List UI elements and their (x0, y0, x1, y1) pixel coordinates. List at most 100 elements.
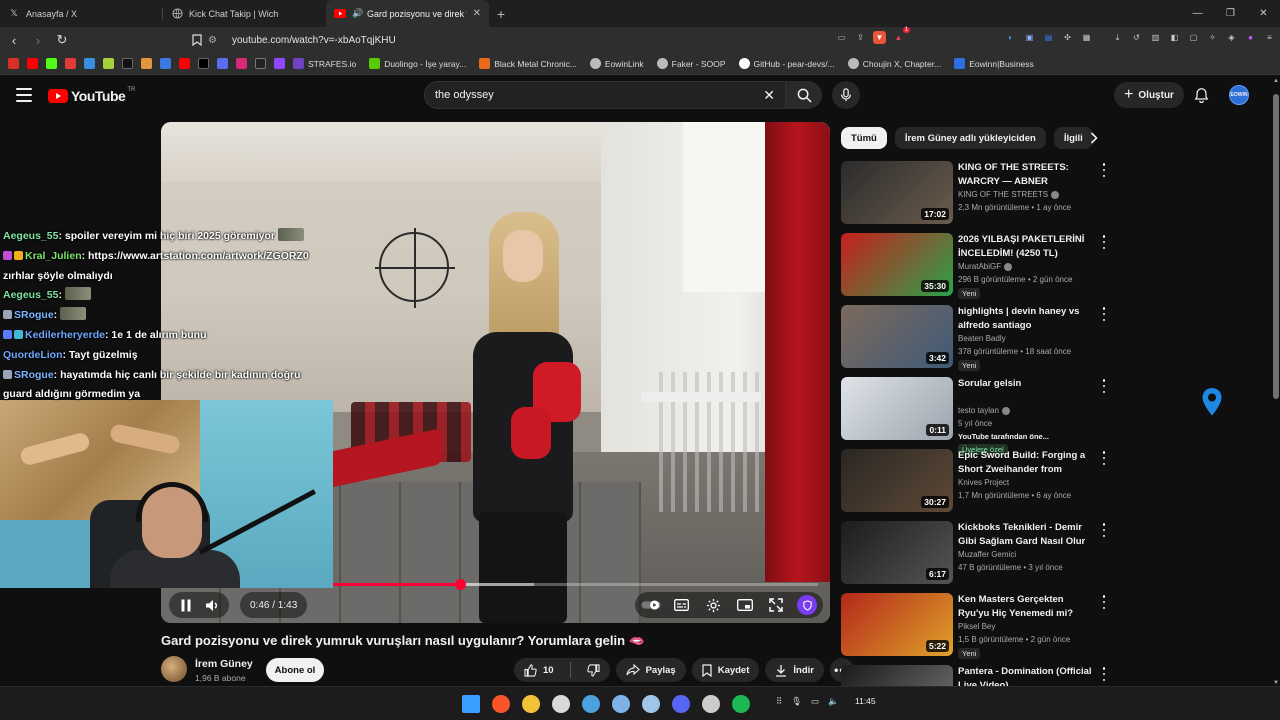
restore-icon[interactable]: ❐ (1214, 0, 1247, 27)
browser-tab[interactable]: Kick Chat Takip | Wich (163, 0, 326, 27)
recommendation-item[interactable]: 35:30 2026 YILBAŞI PAKETLERİNİ İNCELEDİM!… (841, 233, 1111, 305)
microphone-tray-icon[interactable]: 🎙 (791, 696, 802, 707)
voice-search-button[interactable] (832, 81, 860, 109)
recommendation-title[interactable]: highlights | devin haney vs alfredo sant… (958, 305, 1096, 332)
back-icon[interactable]: ‹ (4, 30, 24, 50)
volume-button[interactable] (199, 592, 225, 618)
miniplayer-button[interactable] (735, 595, 755, 615)
pause-button[interactable] (173, 592, 199, 618)
page-scrollbar[interactable]: ▲ ▼ (1272, 76, 1280, 686)
like-button[interactable]: 10 (514, 658, 564, 682)
bookmark-icon[interactable] (255, 58, 266, 69)
share-icon[interactable]: ⇪ (854, 31, 867, 44)
browser-tab-active[interactable]: 🔊 Gard pozisyonu ve direk yumruk ✕ (326, 0, 489, 27)
channel-name[interactable]: İrem Güney (195, 658, 253, 670)
bookmark-icon[interactable] (65, 58, 76, 69)
display-icon[interactable]: ▭ (811, 696, 819, 707)
leo-ai-icon[interactable]: ✧ (1206, 31, 1219, 44)
downloads-icon[interactable]: ⤓ (1111, 31, 1124, 44)
recommendation-title[interactable]: Kickboks Teknikleri - Demir Gibi Sağlam … (958, 521, 1096, 548)
bookmark-item[interactable]: Black Metal Chronic... (479, 58, 577, 69)
more-vertical-icon[interactable] (1099, 379, 1109, 393)
channel-avatar[interactable] (161, 656, 187, 682)
wallet-icon[interactable]: ▢ (1187, 31, 1200, 44)
scrubber-handle[interactable] (455, 579, 467, 590)
app-circle-icon[interactable] (699, 692, 723, 716)
cast-icon[interactable]: ▭ (835, 31, 848, 44)
extension-overlay-button[interactable] (797, 595, 818, 615)
video-thumbnail[interactable]: 35:30 (841, 233, 953, 296)
video-thumbnail[interactable]: 6:17 (841, 521, 953, 584)
chip-all[interactable]: Tümü (841, 127, 887, 149)
new-tab-button[interactable]: + (489, 0, 513, 27)
more-vertical-icon[interactable] (1099, 163, 1109, 177)
search-input[interactable]: the odyssey ✕ (424, 81, 786, 109)
notifications-bell-icon[interactable] (1192, 86, 1210, 104)
bookmark-item[interactable]: Eowinn|Business (954, 58, 1034, 69)
recommendation-title[interactable]: Sorular gelsin (958, 377, 1096, 391)
reading-list-icon[interactable]: ▥ (1149, 31, 1162, 44)
brave-icon[interactable] (489, 692, 513, 716)
bookmark-item[interactable]: Duolingo - İşe yaray... (369, 58, 466, 69)
file-explorer-icon[interactable] (519, 692, 543, 716)
brave-leo-icon[interactable]: ● (1244, 31, 1257, 44)
discord-icon[interactable] (669, 692, 693, 716)
address-bar[interactable]: ⚙ youtube.com/watch?v=-xbAoTqjKHU (180, 30, 930, 50)
bookmark-icon[interactable] (84, 58, 95, 69)
dislike-button[interactable] (577, 658, 610, 682)
recommendation-item[interactable]: 30:27 Epic Sword Build: Forging a Short Z… (841, 449, 1111, 521)
youtube-bookmark-icon[interactable] (27, 58, 38, 69)
brave-rewards-icon[interactable]: ▲ 1 (892, 27, 910, 44)
scrollbar-thumb[interactable] (1273, 94, 1279, 399)
bookmark-icon[interactable] (160, 58, 171, 69)
more-vertical-icon[interactable] (1099, 451, 1109, 465)
sidebar-icon[interactable]: ◧ (1168, 31, 1181, 44)
extension-icon[interactable]: ◐ (1004, 31, 1017, 44)
recommendation-item[interactable]: 6:17 Kickboks Teknikleri - Demir Gibi Sağ… (841, 521, 1111, 593)
bookmark-item[interactable]: STRAFES.io (293, 58, 356, 69)
recommendation-channel[interactable]: Muzaffer Gemici (958, 550, 1016, 559)
extension-icon[interactable]: ▦ (1080, 31, 1093, 44)
hamburger-menu-icon[interactable] (16, 88, 32, 102)
vpn-icon[interactable]: ◈ (1225, 31, 1238, 44)
search-button[interactable] (786, 81, 822, 109)
recommendation-channel[interactable]: Beaten Badly (958, 334, 1006, 343)
save-button[interactable]: Kaydet (691, 658, 760, 682)
video-thumbnail[interactable]: 30:27 (841, 449, 953, 512)
more-vertical-icon[interactable] (1099, 667, 1109, 681)
recommendation-channel[interactable]: KING OF THE STREETS (958, 190, 1060, 199)
youtube-logo[interactable]: YouTube TR (48, 87, 135, 104)
recommendation-title[interactable]: Ken Masters Gerçekten Ryu'yu Hiç Yenemed… (958, 593, 1096, 620)
site-info-icon[interactable]: ⚙ (208, 35, 222, 46)
bookmark-item[interactable]: GitHub - pear-devs/... (738, 58, 835, 69)
youtube-bookmark-icon[interactable] (179, 58, 190, 69)
history-icon[interactable]: ↺ (1130, 31, 1143, 44)
windows-start-icon[interactable] (459, 692, 483, 716)
video-thumbnail[interactable]: 0:11 (841, 377, 953, 440)
video-thumbnail[interactable]: 5:22 (841, 593, 953, 656)
bookmark-item[interactable]: EowinLink (589, 58, 644, 69)
taskbar-clock[interactable]: 11:45 (855, 696, 876, 706)
volume-tray-icon[interactable]: 🔈 (828, 696, 839, 707)
recommendation-channel[interactable]: Knives Project (958, 478, 1009, 487)
recommendation-item[interactable]: 3:42 highlights | devin haney vs alfredo … (841, 305, 1111, 377)
taskbar-overflow-icon[interactable]: ⠿ (776, 696, 782, 707)
recommendation-item[interactable]: 5:22 Ken Masters Gerçekten Ryu'yu Hiç Yen… (841, 593, 1111, 665)
recommendation-title[interactable]: Epic Sword Build: Forging a Short Zweiha… (958, 449, 1096, 476)
extension-icon[interactable]: ▤ (1042, 31, 1055, 44)
chevron-right-icon[interactable] (1084, 128, 1104, 148)
recommendation-channel[interactable]: testo taylan (958, 406, 1010, 415)
chip-from-uploader[interactable]: İrem Güney adlı yükleyiciden (894, 127, 1046, 149)
spotify-icon[interactable] (729, 692, 753, 716)
bookmark-icon[interactable] (217, 58, 228, 69)
forward-icon[interactable]: › (28, 30, 48, 50)
recommendation-channel[interactable]: MuratAbiGF (958, 262, 1013, 271)
reload-icon[interactable]: ↻ (52, 30, 72, 50)
fullscreen-button[interactable] (766, 595, 786, 615)
recommendation-item[interactable]: 17:02 KING OF THE STREETS: WARCRY — ABNER… (841, 161, 1111, 233)
twitch-icon[interactable] (274, 58, 285, 69)
browser-tab[interactable]: 𝕏 Anasayfa / X (0, 0, 163, 27)
more-vertical-icon[interactable] (1099, 595, 1109, 609)
subscribe-button[interactable]: Abone ol (266, 658, 324, 682)
more-vertical-icon[interactable] (1099, 235, 1109, 249)
